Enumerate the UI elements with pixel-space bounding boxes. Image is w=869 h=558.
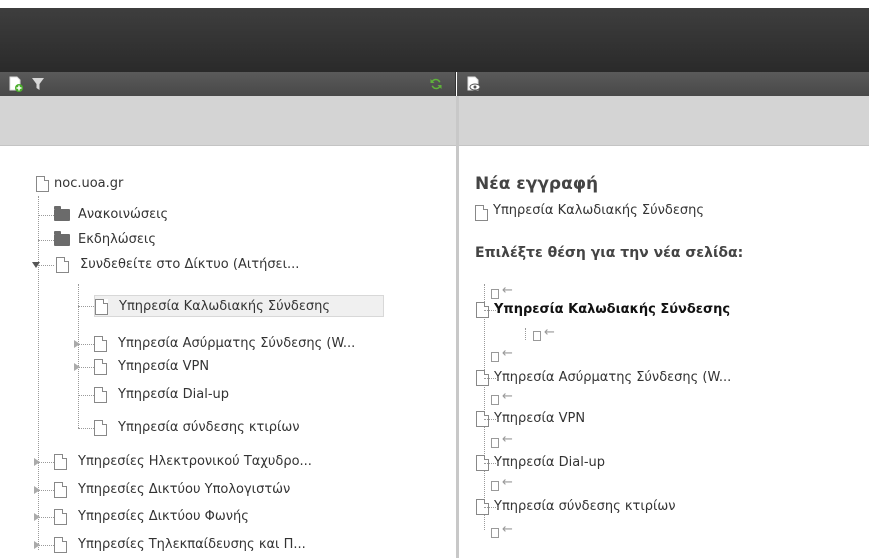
tree-connector bbox=[78, 306, 94, 307]
tree-item[interactable]: Υπηρεσίες Δικτύου Υπολογιστών bbox=[54, 479, 384, 501]
tree-connector bbox=[38, 545, 54, 546]
tree-connector bbox=[484, 378, 498, 379]
tree-connector bbox=[38, 215, 54, 216]
tree-item[interactable]: Εκδηλώσεις bbox=[54, 229, 304, 251]
filter-icon[interactable] bbox=[30, 76, 46, 92]
tree-connector bbox=[484, 310, 498, 311]
tree-item-label: Συνδεθείτε στο Δίκτυο (Αιτήσει... bbox=[80, 257, 300, 272]
page-icon bbox=[54, 537, 67, 553]
arrow-left-icon: ← bbox=[502, 389, 513, 404]
page-icon bbox=[94, 336, 107, 352]
tree-connector bbox=[78, 395, 94, 396]
page-icon bbox=[94, 420, 107, 436]
page-icon bbox=[475, 205, 488, 221]
tree-connector bbox=[484, 463, 498, 464]
tree-item[interactable]: Υπηρεσίες Ηλεκτρονικού Ταχυδρο... bbox=[54, 451, 384, 473]
page-icon bbox=[95, 299, 108, 315]
tree-toolbar bbox=[0, 72, 456, 96]
tree-item-label: Υπηρεσίες Δικτύου Φωνής bbox=[78, 509, 249, 524]
tree-item[interactable]: Υπηρεσία Ασύρματης Σύνδεσης (W... bbox=[94, 333, 434, 355]
tree-item-label: Υπηρεσίες Τηλεκπαίδευσης και Π... bbox=[78, 537, 306, 552]
tree-item-label: Ανακοινώσεις bbox=[78, 207, 169, 222]
folder-icon bbox=[54, 206, 70, 221]
tree-item-label: Υπηρεσίες Δικτύου Υπολογιστών bbox=[78, 482, 291, 497]
tree-connector bbox=[525, 328, 526, 340]
tree-item-label: Εκδηλώσεις bbox=[78, 232, 156, 247]
tree-connector bbox=[484, 284, 485, 530]
tree-connector bbox=[38, 462, 54, 463]
panel-splitter[interactable] bbox=[456, 96, 459, 558]
tree-item-label: Υπηρεσία σύνδεσης κτιρίων bbox=[118, 420, 300, 435]
arrow-left-icon: ← bbox=[502, 475, 513, 490]
tree-item[interactable]: Ανακοινώσεις bbox=[54, 204, 304, 226]
page-icon bbox=[54, 454, 67, 470]
tree-item[interactable]: Υπηρεσίες Δικτύου Φωνής bbox=[54, 506, 384, 528]
expand-toggle[interactable] bbox=[34, 486, 40, 494]
page-icon bbox=[94, 387, 107, 403]
expand-toggle[interactable] bbox=[74, 363, 80, 371]
tree-connector bbox=[38, 490, 54, 491]
refresh-icon[interactable] bbox=[428, 76, 444, 92]
top-header-bar bbox=[0, 8, 869, 72]
insert-position-marker[interactable]: ← bbox=[491, 347, 521, 363]
page-icon bbox=[36, 176, 49, 192]
tree-connector bbox=[484, 419, 498, 420]
new-page-icon[interactable] bbox=[8, 76, 24, 92]
tree-subheader bbox=[0, 96, 456, 146]
tree-connector bbox=[38, 517, 54, 518]
tree-item[interactable]: Συνδεθείτε στο Δίκτυο (Αιτήσει... bbox=[56, 254, 356, 276]
insert-position-marker[interactable]: ← bbox=[491, 390, 521, 406]
tree-item[interactable]: Υπηρεσία σύνδεσης κτιρίων bbox=[94, 417, 394, 439]
arrow-left-icon: ← bbox=[502, 346, 513, 361]
tree-item-label: Υπηρεσία Dial-up bbox=[118, 387, 230, 402]
position-heading: Επιλέξτε θέση για την νέα σελίδα: bbox=[475, 245, 744, 261]
collapse-toggle[interactable] bbox=[32, 262, 40, 268]
tree-item[interactable]: Υπηρεσία Dial-up bbox=[94, 384, 294, 406]
arrow-left-icon: ← bbox=[502, 522, 513, 537]
page-title: Νέα εγγραφή bbox=[475, 174, 599, 194]
tree-connector bbox=[78, 344, 94, 345]
insert-position-marker[interactable]: ← bbox=[491, 476, 521, 492]
page-icon bbox=[56, 257, 69, 273]
page-icon bbox=[54, 509, 67, 525]
content-subheader bbox=[459, 96, 869, 146]
tree-item-label: noc.uoa.gr bbox=[54, 176, 124, 191]
page-icon bbox=[94, 359, 107, 375]
arrow-left-icon: ← bbox=[502, 432, 513, 447]
content-toolbar bbox=[457, 72, 869, 96]
insert-position-marker[interactable]: ← bbox=[491, 523, 521, 539]
tree-item-label: Υπηρεσία Καλωδιακής Σύνδεσης bbox=[119, 299, 330, 314]
expand-toggle[interactable] bbox=[74, 340, 80, 348]
expand-toggle[interactable] bbox=[34, 541, 40, 549]
expand-toggle[interactable] bbox=[34, 458, 40, 466]
insert-position-marker[interactable]: ← bbox=[533, 326, 563, 342]
expand-toggle[interactable] bbox=[34, 513, 40, 521]
arrow-left-icon: ← bbox=[544, 325, 555, 340]
tree-item-label: Υπηρεσίες Ηλεκτρονικού Ταχυδρο... bbox=[78, 454, 312, 469]
tree-connector bbox=[78, 428, 94, 429]
tree-item[interactable]: Υπηρεσίες Τηλεκπαίδευσης και Π... bbox=[54, 534, 384, 556]
tree-connector bbox=[38, 265, 54, 266]
tree-item-label: Υπηρεσία VPN bbox=[118, 359, 210, 374]
insert-position-marker[interactable]: ← bbox=[491, 433, 521, 449]
page-icon bbox=[54, 482, 67, 498]
insert-position-marker[interactable]: ← bbox=[491, 284, 521, 300]
view-page-icon[interactable] bbox=[466, 76, 482, 92]
tree-item-label: Υπηρεσία Ασύρματης Σύνδεσης (W... bbox=[118, 336, 356, 351]
tree-connector bbox=[484, 507, 498, 508]
tree-connector bbox=[78, 367, 94, 368]
tree-connector bbox=[38, 196, 39, 550]
tree-item[interactable]: Υπηρεσία VPN bbox=[94, 356, 294, 378]
tree-item-root[interactable]: noc.uoa.gr bbox=[36, 173, 236, 195]
tree-connector bbox=[38, 240, 54, 241]
tree-item-selected[interactable]: Υπηρεσία Καλωδιακής Σύνδεσης bbox=[94, 295, 384, 317]
folder-icon bbox=[54, 231, 70, 246]
arrow-left-icon: ← bbox=[502, 283, 513, 298]
